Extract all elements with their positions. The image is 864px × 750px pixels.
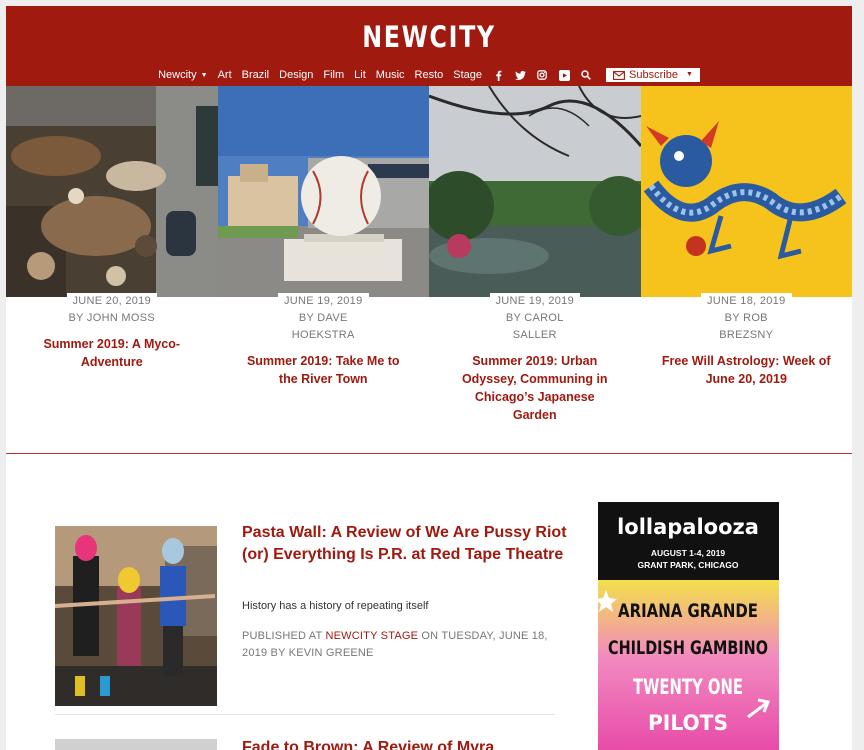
ad-dates: AUGUST 1-4, 2019 [651, 548, 725, 558]
post-date: JUNE 20, 2019 [66, 293, 157, 309]
featured-caption-2: JUNE 19, 2019 BY DAVE HOEKSTRA Summer 20… [218, 291, 430, 388]
featured-title-3[interactable]: Summer 2019: Urban Odyssey, Communing in… [455, 352, 615, 424]
section-link[interactable]: NEWCITY STAGE [326, 630, 419, 642]
post-date: JUNE 19, 2019 [489, 293, 580, 309]
article-dek: History has a history of repeating itsel… [242, 600, 429, 612]
article-thumbnail[interactable] [55, 526, 217, 706]
ad-location: GRANT PARK, CHICAGO [638, 560, 739, 570]
ad-lineup-1: ARIANA GRANDE [618, 600, 758, 622]
featured-images [6, 86, 852, 297]
nav-item-resto[interactable]: Resto [415, 69, 444, 81]
nav-item-music[interactable]: Music [376, 69, 405, 81]
featured-image-4[interactable] [640, 86, 852, 297]
featured-caption-3: JUNE 19, 2019 BY CAROL SALLER Summer 201… [429, 291, 641, 424]
nav-item-design[interactable]: Design [279, 69, 313, 81]
article-thumbnail[interactable] [55, 739, 217, 750]
byline: BY JOHN MOSS [68, 312, 156, 324]
page: NEWCITY Newcity ▼ Art Brazil Design Film … [6, 6, 852, 750]
byline: BY CAROL SALLER [505, 312, 564, 341]
envelope-icon [613, 70, 625, 80]
main-nav: Newcity ▼ Art Brazil Design Film Lit Musi… [6, 68, 852, 82]
article-meta: PUBLISHED AT NEWCITY STAGE ON TUESDAY, J… [242, 628, 562, 662]
caret-down-icon: ▼ [200, 72, 208, 79]
lollapalooza-ad[interactable]: lollapalooza AUGUST 1-4, 2019 GRANT PARK… [598, 502, 779, 750]
nav-item-stage[interactable]: Stage [453, 69, 482, 81]
featured-title-1[interactable]: Summer 2019: A Myco-Adventure [32, 335, 192, 371]
section-divider [6, 453, 852, 454]
post-date: JUNE 19, 2019 [278, 293, 369, 309]
ad-lineup-4: PILOTS [648, 711, 728, 735]
nav-item-newcity[interactable]: Newcity ▼ [158, 69, 207, 81]
nav-item-label: Newcity [158, 69, 197, 81]
nav-item-brazil[interactable]: Brazil [242, 69, 270, 81]
nav-item-art[interactable]: Art [218, 69, 232, 81]
ad-lineup-3: TWENTY ONE [633, 675, 743, 699]
twitter-icon[interactable] [514, 69, 526, 81]
meta-prefix: PUBLISHED AT [242, 630, 326, 642]
site-header: NEWCITY Newcity ▼ Art Brazil Design Film … [6, 6, 852, 86]
site-logo[interactable]: NEWCITY [82, 20, 776, 54]
post-date: JUNE 18, 2019 [701, 293, 792, 309]
instagram-icon[interactable] [536, 69, 548, 81]
article-title[interactable]: Pasta Wall: A Review of We Are Pussy Rio… [242, 522, 572, 566]
ad-brand: lollapalooza [617, 515, 759, 539]
nav-item-film[interactable]: Film [323, 69, 344, 81]
featured-title-4[interactable]: Free Will Astrology: Week of June 20, 20… [661, 352, 831, 388]
article-separator [55, 714, 555, 715]
featured-image-2[interactable] [217, 86, 429, 297]
subscribe-label: Subscribe [629, 69, 678, 81]
ad-lineup-2: CHILDISH GAMBINO [608, 637, 768, 659]
caret-down-icon: ▼ [685, 70, 693, 78]
facebook-icon[interactable] [492, 69, 504, 81]
featured-title-2[interactable]: Summer 2019: Take Me to the River Town [238, 352, 408, 388]
featured-image-1[interactable] [6, 86, 218, 297]
search-icon[interactable] [580, 69, 592, 81]
featured-image-3[interactable] [429, 86, 641, 297]
youtube-icon[interactable] [558, 69, 570, 81]
byline: BY ROB BREZSNY [719, 312, 774, 341]
nav-item-lit[interactable]: Lit [354, 69, 366, 81]
subscribe-button[interactable]: Subscribe ▼ [606, 68, 700, 82]
featured-caption-4: JUNE 18, 2019 BY ROB BREZSNY Free Will A… [641, 291, 853, 388]
article-title[interactable]: Fade to Brown: A Review of Myra [242, 739, 494, 750]
byline: BY DAVE HOEKSTRA [291, 312, 355, 341]
featured-caption-1: JUNE 20, 2019 BY JOHN MOSS Summer 2019: … [6, 291, 218, 371]
